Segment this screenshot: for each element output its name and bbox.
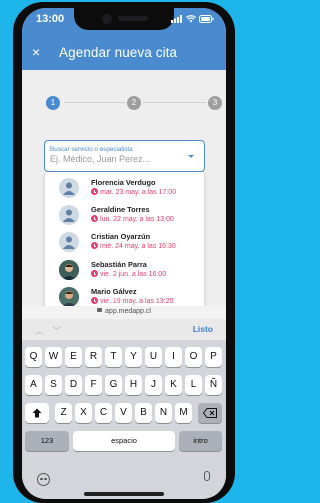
key-a[interactable]: A xyxy=(25,375,42,395)
battery-icon xyxy=(199,15,214,23)
next-field-button[interactable]: ﹀ xyxy=(52,324,61,337)
step-2: 2 xyxy=(127,96,141,110)
search-label: Buscar servicio o especialista xyxy=(50,146,133,153)
specialist-name: Sebastián Parra xyxy=(91,260,147,269)
avatar-placeholder-icon xyxy=(59,178,79,198)
shift-icon xyxy=(32,408,42,418)
home-indicator xyxy=(84,492,164,496)
emoji-icon[interactable] xyxy=(37,473,50,486)
avatar-photo xyxy=(59,260,79,280)
stepper-line xyxy=(143,102,206,103)
microphone-icon[interactable] xyxy=(204,471,210,481)
keyboard: Q W E R T Y U I O P A S D F G H J K L Ñ … xyxy=(22,340,226,499)
specialist-name: Florencia Verdugo xyxy=(91,178,156,187)
key-y[interactable]: Y xyxy=(125,347,142,367)
key-z[interactable]: Z xyxy=(55,403,72,423)
key-n-tilde[interactable]: Ñ xyxy=(205,375,222,395)
browser-url-bar[interactable]: app.medapp.cl xyxy=(22,306,226,319)
caret-down-icon[interactable] xyxy=(188,155,194,158)
appointment-date: lun. 22 may. a las 13:00 xyxy=(100,216,174,223)
appointment-date: vie. 19 may. a las 13:20 xyxy=(100,298,174,305)
camera-lens xyxy=(102,14,112,24)
key-d[interactable]: D xyxy=(65,375,82,395)
step-3: 3 xyxy=(208,96,222,110)
key-m[interactable]: M xyxy=(175,403,192,423)
main-content: 1 2 3 Buscar servicio o especialista Flo… xyxy=(22,70,226,318)
step-1: 1 xyxy=(46,96,60,110)
key-t[interactable]: T xyxy=(105,347,122,367)
key-p[interactable]: P xyxy=(205,347,222,367)
return-key[interactable]: intro xyxy=(179,431,222,451)
key-s[interactable]: S xyxy=(45,375,62,395)
specialist-name: Mario Gálvez xyxy=(91,287,137,296)
clock-icon xyxy=(91,188,98,195)
status-time: 13:00 xyxy=(36,13,65,25)
results-list: Florencia Verdugo mar. 23 may. a las 17:… xyxy=(45,172,204,318)
key-o[interactable]: O xyxy=(185,347,202,367)
avatar-photo xyxy=(59,287,79,307)
key-r[interactable]: R xyxy=(85,347,102,367)
keyboard-toolbar: ︿ ﹀ Listo xyxy=(22,319,226,340)
done-button[interactable]: Listo xyxy=(193,324,213,334)
key-g[interactable]: G xyxy=(105,375,122,395)
key-h[interactable]: H xyxy=(125,375,142,395)
wifi-icon xyxy=(186,15,196,23)
key-j[interactable]: J xyxy=(145,375,162,395)
clock-icon xyxy=(91,297,98,304)
stepper: 1 2 3 xyxy=(22,96,226,110)
specialist-name: Cristian Oyarzún xyxy=(91,232,151,241)
key-q[interactable]: Q xyxy=(25,347,42,367)
key-e[interactable]: E xyxy=(65,347,82,367)
lock-icon xyxy=(97,308,103,313)
search-input[interactable] xyxy=(50,154,190,164)
close-icon[interactable]: × xyxy=(32,44,40,60)
key-k[interactable]: K xyxy=(165,375,182,395)
avatar-placeholder-icon xyxy=(59,232,79,252)
list-item[interactable]: Florencia Verdugo mar. 23 may. a las 17:… xyxy=(45,174,204,204)
space-key[interactable]: espacio xyxy=(73,431,175,451)
numbers-key[interactable]: 123 xyxy=(25,431,69,451)
key-v[interactable]: V xyxy=(115,403,132,423)
stepper-line xyxy=(64,102,126,103)
appointment-date: vie. 2 jun. a las 16:00 xyxy=(100,271,167,278)
key-i[interactable]: I xyxy=(165,347,182,367)
backspace-key[interactable] xyxy=(198,403,222,423)
clock-icon xyxy=(91,215,98,222)
key-l[interactable]: L xyxy=(185,375,202,395)
previous-field-button[interactable]: ︿ xyxy=(35,324,44,337)
appointment-date: mar. 23 may. a las 17:00 xyxy=(100,189,177,196)
cellular-signal-icon xyxy=(171,15,182,23)
avatar-placeholder-icon xyxy=(59,205,79,225)
backspace-icon xyxy=(202,408,217,418)
key-f[interactable]: F xyxy=(85,375,102,395)
appointment-date: mié. 24 may. a las 16:30 xyxy=(100,243,176,250)
key-w[interactable]: W xyxy=(45,347,62,367)
clock-icon xyxy=(91,242,98,249)
page-title: Agendar nueva cita xyxy=(59,45,178,60)
shift-key[interactable] xyxy=(25,403,49,423)
search-field[interactable]: Buscar servicio o especialista xyxy=(44,140,205,172)
status-icons xyxy=(171,15,214,23)
key-b[interactable]: B xyxy=(135,403,152,423)
url-text: app.medapp.cl xyxy=(105,308,151,315)
speaker-grille xyxy=(118,16,148,21)
app-header: 13:00 × Agendar nueva cita xyxy=(22,8,226,70)
specialist-name: Geraldine Torres xyxy=(91,205,150,214)
key-c[interactable]: C xyxy=(95,403,112,423)
key-x[interactable]: X xyxy=(75,403,92,423)
key-n[interactable]: N xyxy=(155,403,172,423)
list-item[interactable]: Sebastián Parra vie. 2 jun. a las 16:00 xyxy=(45,256,204,286)
clock-icon xyxy=(91,270,98,277)
notch xyxy=(74,8,174,30)
list-item[interactable]: Cristian Oyarzún mié. 24 may. a las 16:3… xyxy=(45,228,204,258)
phone-screen: 13:00 × Agendar nueva cita 1 2 3 Buscar … xyxy=(22,8,226,499)
key-u[interactable]: U xyxy=(145,347,162,367)
list-item[interactable]: Geraldine Torres lun. 22 may. a las 13:0… xyxy=(45,201,204,231)
